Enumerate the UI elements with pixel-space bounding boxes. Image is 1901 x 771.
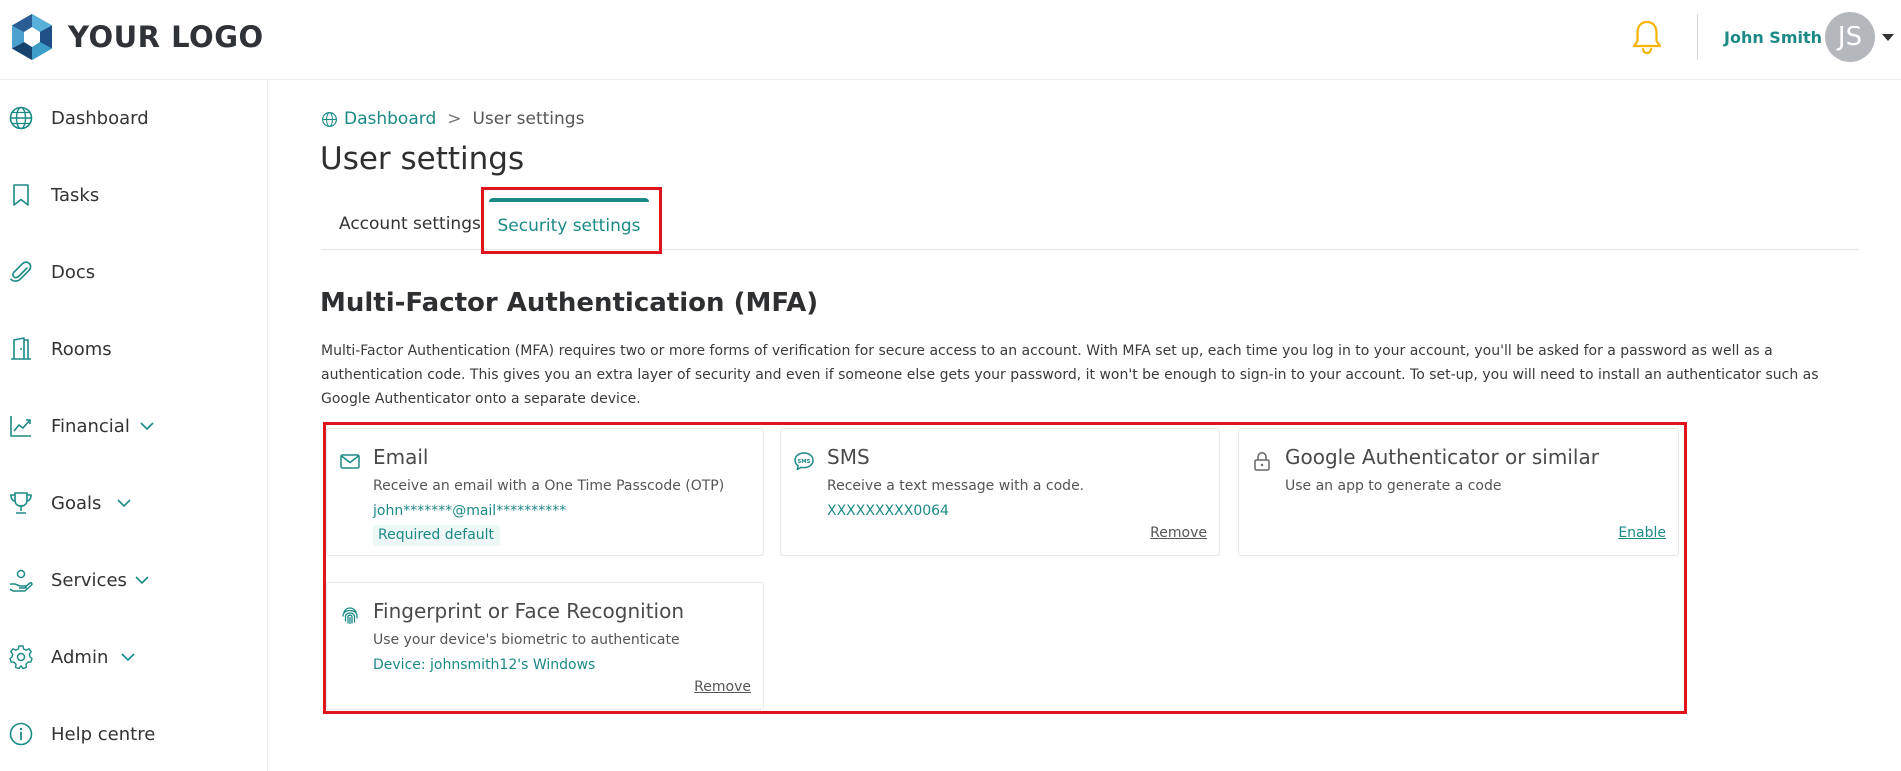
breadcrumb-current: User settings	[472, 109, 585, 129]
avatar[interactable]: JS	[1825, 12, 1875, 62]
hand-service-icon	[9, 569, 33, 592]
tab-account-settings[interactable]: Account settings	[321, 198, 481, 250]
sidebar-item-admin[interactable]: Admin	[0, 637, 268, 677]
sidebar: Dashboard Tasks Docs Rooms Financial Goa…	[0, 80, 268, 771]
sidebar-item-label: Tasks	[51, 184, 100, 206]
sidebar-item-services[interactable]: Services	[0, 560, 268, 600]
page-title: User settings	[320, 141, 525, 177]
mfa-section-title: Multi-Factor Authentication (MFA)	[320, 288, 819, 318]
breadcrumb: Dashboard > User settings	[321, 108, 584, 130]
chart-line-icon	[10, 416, 31, 437]
logo-icon	[12, 14, 52, 60]
sidebar-item-label: Help centre	[51, 723, 156, 745]
gear-icon	[9, 645, 33, 670]
top-header: YOUR LOGO John Smith JS	[0, 0, 1901, 80]
chevron-down-icon	[121, 653, 135, 662]
sidebar-item-help-centre[interactable]: Help centre	[0, 714, 268, 754]
sidebar-item-label: Dashboard	[51, 107, 149, 129]
user-name[interactable]: John Smith	[1724, 28, 1822, 47]
sidebar-item-goals[interactable]: Goals	[0, 483, 268, 523]
bookmark-icon	[13, 184, 29, 206]
globe-icon	[9, 106, 33, 130]
door-icon	[11, 337, 31, 360]
mfa-description: Multi-Factor Authentication (MFA) requir…	[321, 343, 1819, 407]
sidebar-item-label: Admin	[51, 646, 109, 668]
trophy-icon	[10, 492, 32, 514]
breadcrumb-separator: >	[447, 109, 462, 129]
caret-down-icon[interactable]	[1882, 34, 1894, 41]
paperclip-icon	[10, 261, 32, 282]
breadcrumb-home-label: Dashboard	[344, 109, 437, 129]
logo[interactable]: YOUR LOGO	[10, 12, 264, 62]
bell-icon[interactable]	[1631, 19, 1663, 55]
chevron-down-icon	[140, 422, 154, 431]
sidebar-item-tasks[interactable]: Tasks	[0, 175, 268, 215]
sidebar-item-rooms[interactable]: Rooms	[0, 329, 268, 369]
sidebar-item-label: Financial	[51, 415, 130, 437]
mfa-cards-highlight-box	[323, 422, 1687, 714]
logo-text: YOUR LOGO	[68, 20, 264, 54]
chevron-down-icon	[117, 499, 131, 508]
breadcrumb-home[interactable]: Dashboard	[321, 109, 436, 129]
sidebar-item-docs[interactable]: Docs	[0, 252, 268, 292]
sidebar-item-label: Goals	[51, 492, 102, 514]
sidebar-item-label: Docs	[51, 261, 96, 283]
sidebar-item-label: Rooms	[51, 338, 112, 360]
sidebar-item-dashboard[interactable]: Dashboard	[0, 98, 268, 138]
tab-highlight-box	[481, 187, 662, 254]
sidebar-item-label: Services	[51, 569, 127, 591]
info-icon	[9, 722, 33, 746]
sidebar-item-financial[interactable]: Financial	[0, 406, 268, 446]
header-divider	[1697, 14, 1698, 60]
chevron-down-icon	[135, 576, 149, 585]
globe-icon	[322, 111, 337, 127]
